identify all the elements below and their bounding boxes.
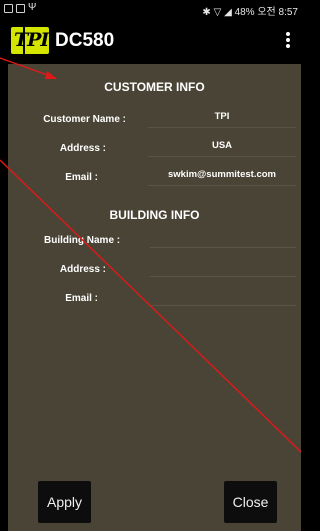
apply-button[interactable]: Apply [38, 481, 91, 523]
gallery-notification-icon [4, 4, 13, 13]
customer-address-field[interactable]: USA [148, 138, 296, 157]
wifi-icon: ▽ [213, 7, 222, 18]
building-name-field[interactable] [150, 231, 296, 248]
close-button[interactable]: Close [224, 481, 277, 523]
building-name-label: Building Name : [44, 235, 121, 246]
menu-dot [286, 32, 290, 36]
menu-dot [286, 44, 290, 48]
notification-icons: Ψ [4, 2, 37, 13]
app-title: DC580 [55, 30, 115, 51]
overflow-menu-icon[interactable] [283, 30, 293, 52]
customer-name-label: Customer Name : [43, 114, 126, 125]
customer-info-title: CUSTOMER INFO [104, 80, 205, 94]
usb-icon: Ψ [28, 2, 37, 13]
status-bar: Ψ ✱ ▽ ◢ 48% 오전 8:57 [0, 0, 301, 20]
customer-name-field[interactable]: TPI [148, 109, 296, 128]
building-email-field[interactable] [150, 289, 296, 306]
bluetooth-icon: ✱ [202, 7, 211, 18]
customer-email-label: Email : [65, 172, 98, 183]
building-info-title: BUILDING INFO [109, 208, 200, 222]
status-indicators: ✱ ▽ ◢ 48% 오전 8:57 [202, 3, 298, 18]
screenshot-notification-icon [16, 4, 25, 13]
tpi-logo: TPI [11, 27, 49, 54]
building-address-field[interactable] [150, 260, 296, 277]
customer-address-label: Address : [59, 143, 106, 154]
building-email-label: Email : [65, 293, 98, 304]
menu-dot [286, 38, 290, 42]
customer-email-field[interactable]: swkim@summitest.com [148, 167, 296, 186]
battery-time-text: 48% 오전 8:57 [234, 7, 298, 18]
logo-text: TPI [14, 29, 49, 51]
content-panel: CUSTOMER INFO Customer Name : TPI Addres… [8, 64, 301, 531]
signal-icon: ◢ [224, 7, 232, 18]
app-bar: TPI DC580 [0, 20, 301, 62]
building-address-label: Address : [59, 264, 106, 275]
